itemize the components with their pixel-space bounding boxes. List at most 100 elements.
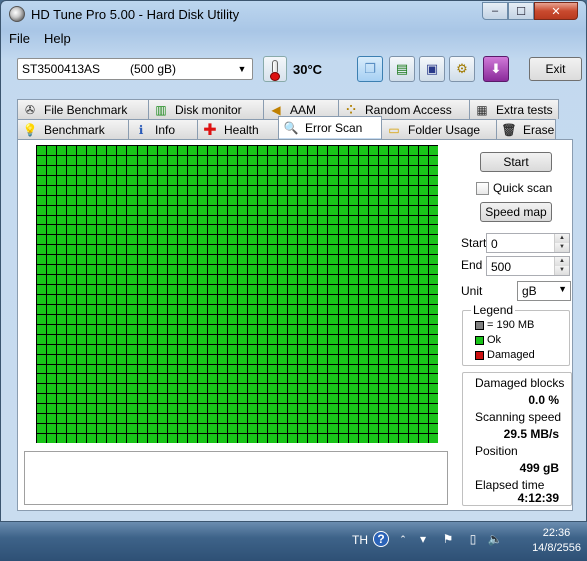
elapsed-time-label: Elapsed time — [475, 478, 545, 492]
language-indicator[interactable]: TH — [352, 533, 368, 547]
chevron-down-icon: ▼ — [237, 64, 247, 74]
temperature-readout: 30°C — [293, 62, 322, 77]
start-label: Start — [461, 236, 487, 250]
speed-map-button[interactable]: Speed map — [480, 202, 552, 222]
file-benchmark-icon: ✇ — [24, 102, 36, 117]
tab-info[interactable]: ℹ Info — [128, 119, 198, 139]
scan-stats-box: Damaged blocks 0.0 % Scanning speed 29.5… — [462, 372, 572, 506]
trash-icon: 🗑 — [501, 122, 517, 137]
options-icon: ⚙ — [456, 61, 468, 76]
extra-tests-icon: ▦ — [476, 102, 488, 117]
unit-label: Unit — [461, 284, 483, 298]
scanning-speed-label: Scanning speed — [475, 410, 562, 424]
tab-label: Health — [224, 122, 259, 137]
tab-label: Disk monitor — [175, 102, 242, 117]
tab-label: Random Access — [365, 102, 452, 117]
start-spinner[interactable]: 0 ▲ ▼ — [486, 233, 570, 253]
unit-select[interactable]: gB ▼ — [517, 281, 571, 301]
quick-scan-checkbox-row[interactable]: Quick scan — [476, 181, 552, 195]
volume-icon[interactable]: 🔈 — [487, 531, 503, 547]
damaged-blocks-label: Damaged blocks — [475, 376, 565, 390]
temperature-value: 30 — [293, 62, 308, 77]
legend-item: = 190 MB — [475, 319, 534, 331]
legend-label: = 190 MB — [487, 319, 535, 331]
drive-name: ST3500413AS — [22, 62, 101, 76]
system-clock[interactable]: 22:36 14/8/2556 — [532, 526, 581, 556]
chevron-down-icon: ▼ — [558, 284, 567, 294]
close-button[interactable]: ✕ — [534, 2, 578, 20]
tab-erase[interactable]: 🗑 Erase — [496, 119, 556, 139]
menu-help[interactable]: Help — [44, 31, 71, 46]
temperature-unit: °C — [307, 62, 323, 77]
tab-label: Folder Usage — [408, 122, 481, 137]
arrow-down-icon[interactable]: ▾ — [415, 531, 431, 547]
tab-row-front: 💡 Benchmark ℹ Info ✚ Health 🔍 Error Scan… — [17, 116, 556, 139]
scan-block-grid — [36, 145, 438, 443]
copy-button[interactable]: ❐ — [357, 56, 383, 82]
save-button[interactable]: ▣ — [419, 56, 445, 82]
unit-value: gB — [522, 284, 537, 298]
tab-error-scan[interactable]: 🔍 Error Scan — [278, 116, 382, 138]
tab-benchmark[interactable]: 💡 Benchmark — [17, 119, 129, 139]
position-label: Position — [475, 444, 518, 458]
download-icon: ⬇ — [490, 61, 502, 76]
tab-label: AAM — [290, 102, 317, 117]
drive-size: (500 gB) — [130, 62, 177, 76]
clock-date: 14/8/2556 — [532, 542, 581, 554]
scan-grid-svg — [36, 145, 438, 443]
maximize-button[interactable]: ☐ — [508, 2, 534, 20]
app-window: HD Tune Pro 5.00 - Hard Disk Utility – ☐… — [0, 0, 587, 522]
start-scan-button[interactable]: Start — [480, 152, 552, 172]
quick-scan-label: Quick scan — [493, 181, 553, 195]
red-cross-icon: ✚ — [203, 121, 217, 139]
spin-down-icon[interactable]: ▼ — [555, 243, 569, 252]
arrow-up-icon[interactable]: ⌃ — [395, 531, 411, 547]
lightbulb-icon: 💡 — [22, 122, 38, 137]
folder-icon: ▭ — [388, 122, 400, 137]
exit-button[interactable]: Exit — [529, 57, 582, 81]
spin-up-icon[interactable]: ▲ — [555, 234, 569, 243]
legend-label: Ok — [487, 334, 502, 346]
copy-icon: ❐ — [364, 61, 376, 76]
elapsed-time-value: 4:12:39 — [517, 491, 559, 505]
tab-label: Extra tests — [496, 102, 553, 117]
tab-folder-usage[interactable]: ▭ Folder Usage — [381, 119, 497, 139]
minimize-button[interactable]: – — [482, 2, 508, 20]
tab-extra-tests[interactable]: ▦ Extra tests — [469, 99, 559, 119]
network-icon[interactable]: ▯ — [465, 531, 481, 547]
tab-health[interactable]: ✚ Health — [197, 119, 279, 139]
drive-select[interactable]: ST3500413AS (500 gB) ▼ — [17, 58, 253, 80]
menu-file[interactable]: File — [9, 31, 30, 46]
tab-label: Error Scan — [305, 120, 363, 135]
copy-info-button[interactable]: ▤ — [389, 56, 415, 82]
legend-item: Damaged — [475, 349, 535, 361]
tab-disk-monitor[interactable]: ▥ Disk monitor — [148, 99, 264, 119]
flag-icon[interactable]: ⚑ — [440, 531, 456, 547]
end-value: 500 — [491, 260, 512, 274]
tab-label: Info — [155, 122, 176, 137]
app-disk-icon — [9, 6, 25, 22]
info-icon: ℹ — [138, 122, 144, 137]
save-icon: ▣ — [425, 61, 439, 76]
help-icon[interactable]: ? — [373, 531, 389, 547]
taskbar: TH ? ⌃ ▾ ⚑ ▯ 🔈 22:36 14/8/2556 — [0, 522, 587, 561]
legend-item: Ok — [475, 334, 501, 346]
download-button[interactable]: ⬇ — [483, 56, 509, 82]
end-label: End — [461, 258, 483, 272]
spin-down-icon[interactable]: ▼ — [555, 266, 569, 275]
toolbar: ST3500413AS (500 gB) ▼ 30°C ❐ ▤ ▣ ⚙ ⬇ Ex… — [9, 53, 582, 89]
legend-box: Legend = 190 MB Ok Damaged — [462, 303, 570, 366]
quick-scan-checkbox[interactable] — [476, 181, 489, 195]
bar-chart-icon: ▥ — [155, 102, 167, 117]
window-controls: – ☐ ✕ — [482, 2, 578, 20]
options-button[interactable]: ⚙ — [449, 56, 475, 82]
legend-swatch-red — [475, 350, 484, 360]
title-bar[interactable]: HD Tune Pro 5.00 - Hard Disk Utility – ☐… — [1, 1, 586, 27]
menu-bar: File Help — [9, 31, 71, 46]
position-value: 499 gB — [519, 461, 559, 475]
tab-file-benchmark[interactable]: ✇ File Benchmark — [17, 99, 149, 119]
legend-title: Legend — [471, 303, 516, 317]
end-spinner[interactable]: 500 ▲ ▼ — [486, 256, 570, 276]
legend-swatch-green — [475, 335, 484, 345]
spin-up-icon[interactable]: ▲ — [555, 257, 569, 266]
